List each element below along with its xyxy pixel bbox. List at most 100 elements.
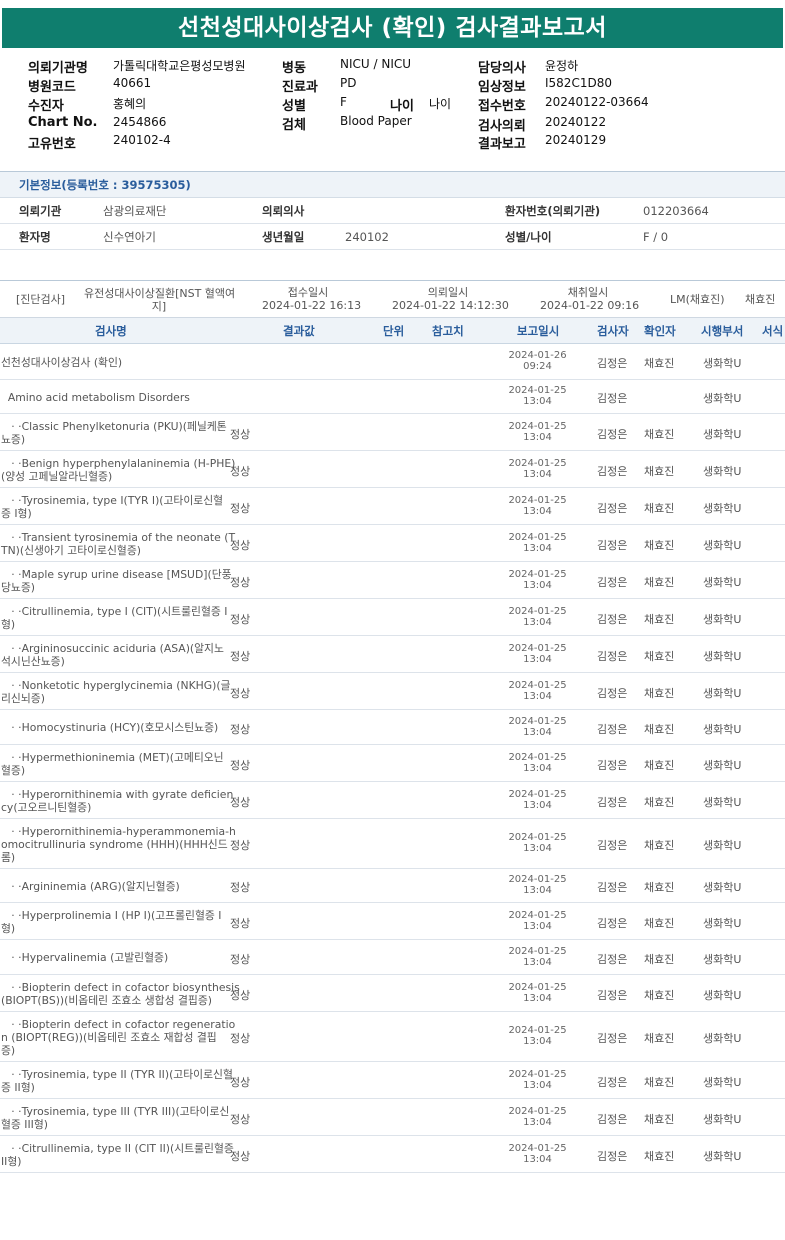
- result-value: 정상: [230, 687, 251, 700]
- verifier: 채효진: [644, 953, 675, 966]
- table-row[interactable]: · ·Hyperornithinemia-hyperammonemia-h omo…: [0, 819, 785, 869]
- report-time: 13:04: [523, 885, 552, 896]
- verifier: 채효진: [644, 759, 675, 772]
- report-date: 2024-01-25: [508, 680, 567, 691]
- report-datetime: 2024-01-25 13:04: [505, 606, 570, 628]
- report-datetime: 2024-01-25 13:04: [505, 569, 570, 591]
- collected-datetime: 채취일시 2024-01-22 09:16: [540, 286, 640, 312]
- tester: 김정은: [597, 989, 628, 1002]
- tester: 김정은: [597, 687, 628, 700]
- department: 생화학U: [703, 796, 742, 809]
- table-row[interactable]: · ·Hypermethioninemia (MET)(고메티오닌 혈증) 정상 20…: [0, 745, 785, 782]
- result-value: 정상: [230, 1150, 251, 1163]
- test-name: · ·Biopterin defect in cofactor biosynth…: [1, 981, 240, 1007]
- table-row[interactable]: · ·Argininosuccinic aciduria (ASA)(알지노 석시…: [0, 636, 785, 673]
- col-unit: 단위: [383, 324, 405, 338]
- table-row[interactable]: · ·Citrullinemia, type I (CIT)(시트룰린혈증 I형…: [0, 599, 785, 636]
- header-value: PD: [340, 76, 357, 90]
- table-row[interactable]: · ·Tyrosinemia, type Ⅰ(TYR I)(고타이로신혈 증 I형…: [0, 488, 785, 525]
- verifier: 채효진: [644, 1076, 675, 1089]
- age-value: 나이: [429, 97, 452, 111]
- table-row[interactable]: · ·Citrullinemia, type II (CIT II)(시트룰린혈…: [0, 1136, 785, 1173]
- report-date: 2024-01-25: [508, 1025, 567, 1036]
- table-row[interactable]: · ·Benign hyperphenylalaninemia (H-PHE)(…: [0, 451, 785, 488]
- col-name: 검사명: [95, 324, 127, 338]
- table-row[interactable]: · ·Classic Phenylketonuria (PKU)(페닐케톤 뇨증)…: [0, 414, 785, 451]
- header-value: 20240122: [545, 115, 607, 129]
- report-datetime: 2024-01-26 09:24: [505, 350, 570, 372]
- test-name: · ·Benign hyperphenylalaninemia (H-PHE)(…: [1, 457, 235, 483]
- report-datetime: 2024-01-25 13:04: [505, 1025, 570, 1047]
- department: 생화학U: [703, 650, 742, 663]
- table-row[interactable]: · ·Homocystinuria (HCY)(호모시스틴뇨증) 정상 2024-0…: [0, 710, 785, 745]
- report-time: 13:04: [523, 993, 552, 1004]
- table-row[interactable]: · ·Maple syrup urine disease [MSUD](단풍 당뇨…: [0, 562, 785, 599]
- result-value: 정상: [230, 989, 251, 1002]
- table-row[interactable]: · ·Hyperornithinemia with gyrate deficie…: [0, 782, 785, 819]
- table-row[interactable]: · ·Hyperprolinemia I (HP I)(고프롤린혈증 I 형) 정상…: [0, 903, 785, 940]
- report-time: 13:04: [523, 432, 552, 443]
- verifier: 채효진: [644, 917, 675, 930]
- report-time: 13:04: [523, 763, 552, 774]
- tester: 김정은: [597, 917, 628, 930]
- table-row[interactable]: · ·Biopterin defect in cofactor regenera…: [0, 1012, 785, 1062]
- test-name-line: · ·Hyperornithinemia-hyperammonemia-h: [1, 825, 236, 838]
- table-row[interactable]: · ·Hypervalinemia (고발린혈증) 정상 2024-01-25 13:…: [0, 940, 785, 975]
- tester: 김정은: [597, 650, 628, 663]
- table-row[interactable]: Amino acid metabolism Disorders 2024-01-2…: [0, 380, 785, 414]
- report-time: 13:04: [523, 1117, 552, 1128]
- tester: 김정은: [597, 953, 628, 966]
- department: 생화학U: [703, 576, 742, 589]
- test-name-line: 석시닌산뇨증): [1, 655, 65, 668]
- test-order-row[interactable]: [진단검사] 유전성대사이상질환[NST 혈액여 지] 접수일시 2024-01-2…: [0, 280, 785, 318]
- department: 생화학U: [703, 1150, 742, 1163]
- test-name-line: · ·Homocystinuria (HCY)(호모시스틴뇨증): [1, 721, 219, 734]
- table-row[interactable]: · ·Tyrosinemia, type II (TYR II)(고타이로신혈 증…: [0, 1062, 785, 1099]
- result-value: 정상: [230, 613, 251, 626]
- report-date: 2024-01-25: [508, 1069, 567, 1080]
- age-label: 나이: [390, 99, 414, 114]
- report-datetime: 2024-01-25 13:04: [505, 716, 570, 738]
- table-row[interactable]: · ·Biopterin defect in cofactor biosynth…: [0, 975, 785, 1012]
- report-date: 2024-01-26: [508, 350, 567, 361]
- header-value: F: [340, 95, 347, 109]
- table-row[interactable]: · ·Argininemia (ARG)(알지닌혈증) 정상 2024-01-25 1…: [0, 869, 785, 903]
- report-date: 2024-01-25: [508, 643, 567, 654]
- table-row[interactable]: · ·Nonketotic hyperglycinemia (NKHG)(글 리신…: [0, 673, 785, 710]
- verifier: 채효진: [644, 613, 675, 626]
- result-value: 정상: [230, 428, 251, 441]
- test-name-line: TN)(신생아기 고타이로신혈증): [1, 544, 142, 557]
- test-name: · ·Hypermethioninemia (MET)(고메티오닌 혈증): [1, 751, 224, 777]
- department: 생화학U: [703, 502, 742, 515]
- report-time: 13:04: [523, 843, 552, 854]
- tester: 김정은: [597, 539, 628, 552]
- test-name-line: n (BIOPT(REG))(비옵테린 조효소 재합성 결핍: [1, 1031, 217, 1044]
- test-name: · ·Transient tyrosinemia of the neonate …: [1, 531, 235, 557]
- report-date: 2024-01-25: [508, 421, 567, 432]
- table-row[interactable]: 선천성대사이상검사 (확인) 2024-01-26 09:24 김정은 채효진 생화학U: [0, 344, 785, 380]
- result-value: 정상: [230, 465, 251, 478]
- header-value: 240102-4: [113, 133, 171, 147]
- header-value: I582C1D80: [545, 76, 612, 90]
- department: 생화학U: [703, 1113, 742, 1126]
- header-label: Chart No.: [28, 115, 98, 130]
- report-datetime: 2024-01-25 13:04: [505, 1069, 570, 1091]
- basic-info-row-2: 환자명 신수연아기 생년월일 240102 성별/나이 F / 0: [0, 224, 785, 250]
- test-name-line: · ·Argininosuccinic aciduria (ASA)(알지노: [1, 642, 224, 655]
- test-name-line: 증 I형): [1, 507, 32, 520]
- department: 생화학U: [703, 539, 742, 552]
- report-datetime: 2024-01-25 13:04: [505, 789, 570, 811]
- test-name: · ·Hyperornithinemia with gyrate deficie…: [1, 788, 233, 814]
- tester: 김정은: [597, 1032, 628, 1045]
- tester: 김정은: [597, 759, 628, 772]
- table-row[interactable]: · ·Tyrosinemia, type III (TYR III)(고타이로신…: [0, 1099, 785, 1136]
- header-value: 20240129: [545, 133, 607, 147]
- requested-datetime: 의뢰일시 2024-01-22 14:12:30: [392, 286, 509, 312]
- table-row[interactable]: · ·Transient tyrosinemia of the neonate …: [0, 525, 785, 562]
- result-value: 정상: [230, 839, 251, 852]
- test-name-line: II형): [1, 1155, 22, 1168]
- test-name-line: 혈증): [1, 764, 26, 777]
- lm-tester: LM(채효진): [670, 293, 725, 306]
- verifier: 채효진: [644, 989, 675, 1002]
- test-name-line: 증): [1, 1044, 16, 1057]
